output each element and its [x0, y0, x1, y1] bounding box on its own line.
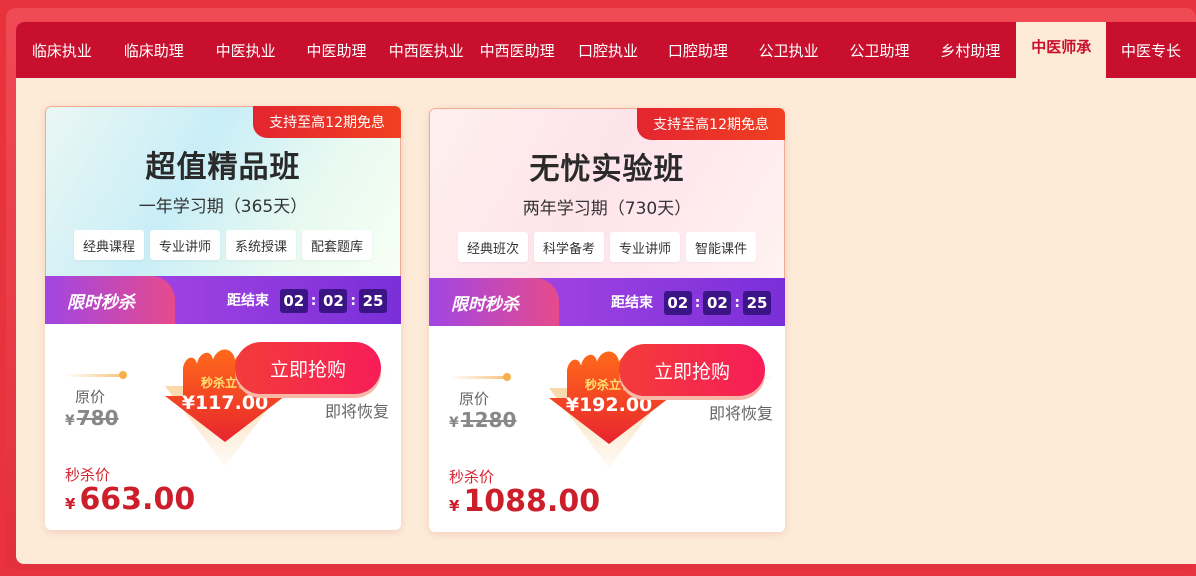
- feature-tag: 配套题库: [302, 230, 373, 260]
- countdown-separator: :: [734, 295, 740, 311]
- tab-integrated-practice[interactable]: 中西医执业: [381, 22, 471, 78]
- sale-price-value: 663.00: [79, 482, 196, 517]
- currency-symbol: ¥: [65, 413, 75, 429]
- tab-clinical-practice[interactable]: 临床执业: [16, 22, 108, 78]
- buy-now-button[interactable]: 立即抢购: [235, 342, 381, 394]
- feature-tag: 专业讲师: [149, 230, 220, 260]
- countdown-separator: :: [350, 293, 356, 309]
- tab-rural-assistant[interactable]: 乡村助理: [924, 22, 1016, 78]
- category-tab-bar: 临床执业 临床助理 中医执业 中医助理 中西医执业 中西医助理 口腔执业 口腔助…: [16, 22, 1196, 78]
- course-card-premium: 支持至高12期免息 超值精品班 一年学习期（365天） 经典课程 专业讲师 系统…: [45, 106, 401, 530]
- original-price-value: 780: [76, 406, 119, 430]
- countdown-seconds: 25: [743, 291, 771, 315]
- tab-tcm-practice[interactable]: 中医执业: [200, 22, 292, 78]
- sale-price: ¥1088.00: [449, 484, 600, 519]
- restore-soon-label: 即将恢复: [324, 402, 389, 421]
- countdown-minutes: 02: [319, 289, 348, 313]
- tab-public-health-practice[interactable]: 公卫执业: [743, 22, 835, 78]
- countdown-separator: :: [694, 295, 701, 311]
- original-price-label: 原价: [75, 388, 106, 406]
- flash-sale-label: 限时秒杀: [429, 278, 559, 326]
- feature-tag: 科学备考: [533, 232, 604, 262]
- original-price: ¥780: [65, 406, 119, 430]
- tab-dental-practice[interactable]: 口腔执业: [563, 22, 653, 78]
- plan-period: 两年学习期（730天）: [522, 199, 692, 219]
- flash-sale-bar: 限时秒杀 距结束 02 : 02 : 25: [45, 276, 401, 324]
- feature-tag: 专业讲师: [610, 232, 681, 262]
- countdown-label: 距结束: [611, 295, 653, 311]
- tab-dental-assistant[interactable]: 口腔助理: [653, 22, 743, 78]
- feature-tag: 经典班次: [457, 232, 528, 262]
- flame-savings-amount: ¥192.00: [565, 394, 653, 416]
- tab-public-health-assistant[interactable]: 公卫助理: [835, 22, 925, 78]
- tab-tcm-apprentice[interactable]: 中医师承: [1016, 22, 1107, 78]
- tab-tcm-specialty[interactable]: 中医专长: [1106, 22, 1196, 78]
- feature-tags: 经典班次 科学备考 专业讲师 智能课件: [429, 232, 785, 262]
- feature-tags: 经典课程 专业讲师 系统授课 配套题库: [45, 230, 401, 260]
- sale-price: ¥663.00: [65, 482, 195, 517]
- divider-line: [449, 376, 509, 379]
- original-price-label: 原价: [459, 390, 490, 408]
- installment-badge: 支持至高12期免息: [637, 108, 785, 140]
- countdown-hours: 02: [663, 291, 692, 315]
- countdown-hours: 02: [279, 289, 308, 313]
- original-price-value: 1280: [460, 408, 517, 432]
- currency-symbol: ¥: [65, 495, 76, 513]
- original-price: ¥1280: [449, 408, 516, 432]
- tab-clinical-assistant[interactable]: 临床助理: [108, 22, 200, 78]
- countdown-timer: 02 : 02 : 25: [663, 291, 771, 315]
- countdown-timer: 02 : 02 : 25: [279, 289, 387, 313]
- feature-tag: 经典课程: [73, 230, 144, 260]
- currency-symbol: ¥: [449, 415, 459, 431]
- course-panel: 临床执业 临床助理 中医执业 中医助理 中西医执业 中西医助理 口腔执业 口腔助…: [16, 22, 1196, 564]
- tab-tcm-assistant[interactable]: 中医助理: [292, 22, 382, 78]
- plan-period: 一年学习期（365天）: [138, 197, 308, 217]
- plan-title: 超值精品班: [145, 150, 301, 185]
- course-card-worry-free: 支持至高12期免息 无忧实验班 两年学习期（730天） 经典班次 科学备考 专业…: [429, 108, 785, 532]
- countdown-seconds: 25: [359, 289, 387, 313]
- feature-tag: 系统授课: [226, 230, 297, 260]
- flash-sale-bar: 限时秒杀 距结束 02 : 02 : 25: [429, 278, 785, 326]
- tab-integrated-assistant[interactable]: 中西医助理: [471, 22, 563, 78]
- sale-price-value: 1088.00: [463, 484, 601, 519]
- flame-savings-amount: ¥117.00: [181, 392, 269, 414]
- decor-dot: [503, 373, 511, 381]
- feature-tag: 智能课件: [686, 232, 757, 262]
- countdown-minutes: 02: [703, 291, 732, 315]
- divider-line: [65, 374, 125, 377]
- flash-sale-label: 限时秒杀: [45, 276, 175, 324]
- buy-now-button[interactable]: 立即抢购: [619, 344, 765, 396]
- currency-symbol: ¥: [449, 497, 460, 515]
- restore-soon-label: 即将恢复: [708, 404, 773, 423]
- countdown-label: 距结束: [227, 293, 269, 309]
- decor-dot: [119, 371, 127, 379]
- countdown-separator: :: [310, 293, 317, 309]
- installment-badge: 支持至高12期免息: [253, 106, 401, 138]
- plan-title: 无忧实验班: [529, 152, 685, 187]
